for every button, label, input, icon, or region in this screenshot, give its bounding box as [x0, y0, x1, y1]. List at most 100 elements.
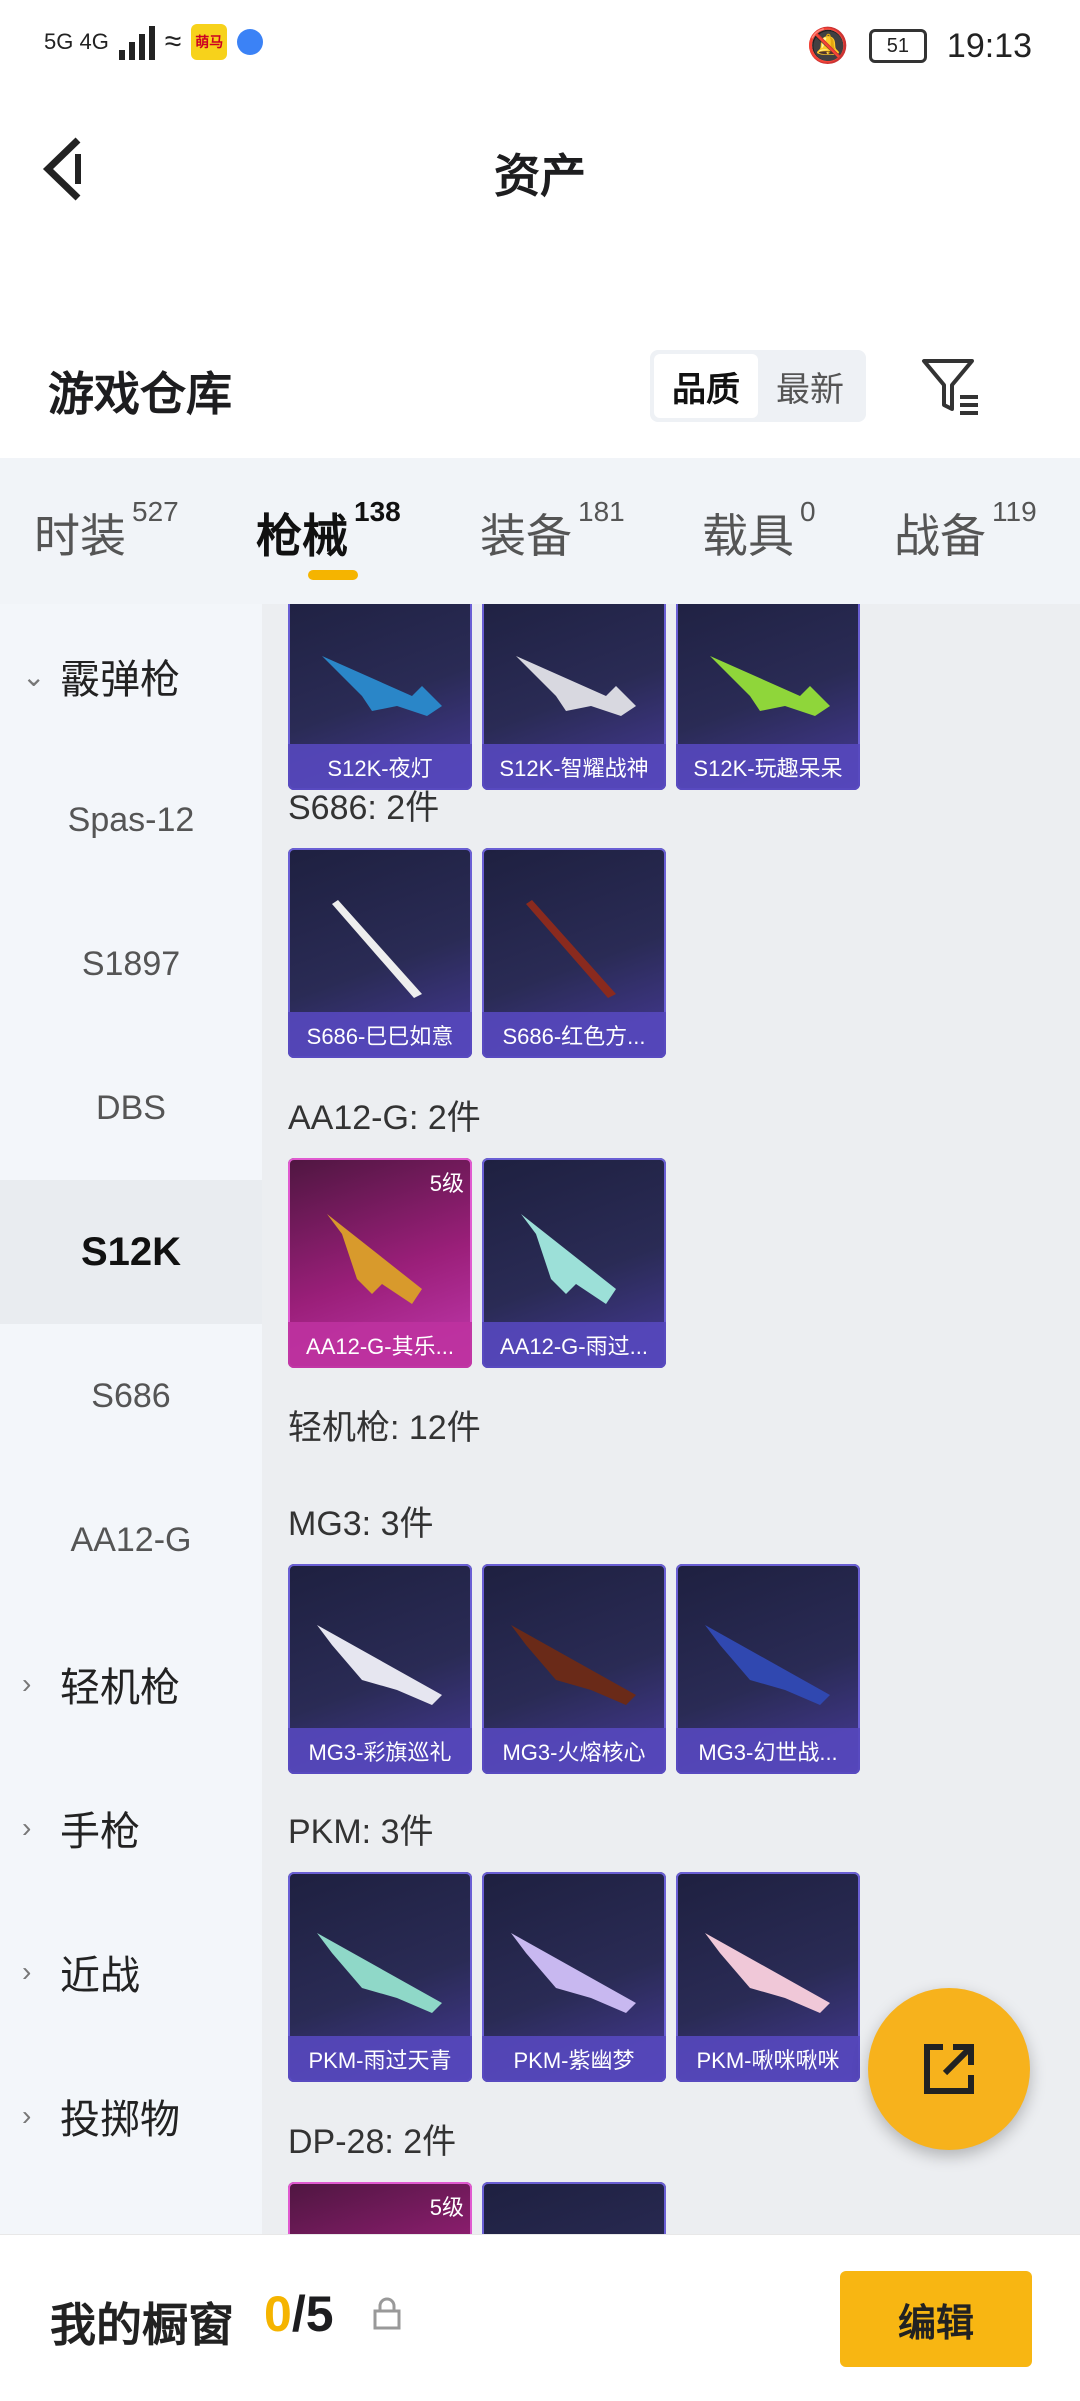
skin-name: AA12-G-雨过...: [482, 1322, 666, 1368]
sidebar-item-dbs[interactable]: DBS: [0, 1036, 262, 1180]
skin-name: MG3-彩旗巡礼: [288, 1728, 472, 1774]
gun-skin-image: [317, 1625, 442, 1705]
skin-card[interactable]: AA12-G-雨过...: [482, 1158, 666, 1368]
app-badge-icon: 萌马: [191, 24, 228, 60]
skin-card[interactable]: S686-巳巳如意: [288, 848, 472, 1058]
page-title: 资产: [494, 150, 586, 202]
showcase-bar: 我的橱窗 0/5 编辑: [0, 2234, 1080, 2401]
gun-skin-image: [526, 900, 616, 998]
skin-card[interactable]: [482, 2182, 666, 2234]
tab-label: 装备: [480, 510, 572, 562]
sidebar-group-label: 轻机枪: [60, 1666, 180, 1710]
filter-icon[interactable]: [920, 355, 982, 417]
gun-skin-image: [322, 656, 442, 716]
bell-off-icon: 🔕: [806, 27, 849, 65]
sidebar-group-label: 霰弹枪: [60, 658, 180, 702]
tab-guns[interactable]: 枪械 138: [256, 496, 401, 566]
tab-vehicles[interactable]: 载具 0: [702, 496, 816, 566]
tab-label: 时装: [34, 510, 126, 562]
clock: 19:13: [946, 26, 1032, 65]
sidebar-item-s686[interactable]: S686: [0, 1324, 262, 1468]
skin-name: AA12-G-其乐...: [288, 1322, 472, 1368]
skin-card[interactable]: PKM-雨过天青: [288, 1872, 472, 2082]
tab-label: 枪械: [256, 510, 348, 562]
app-header: 资产: [0, 100, 1080, 240]
app-dot-icon: [237, 29, 264, 55]
tab-count: 119: [992, 496, 1037, 527]
skin-card[interactable]: PKM-啾咪啾咪: [676, 1872, 860, 2082]
sidebar-item-aa12g[interactable]: AA12-G: [0, 1468, 262, 1612]
sidebar-group-melee[interactable]: › 近战: [0, 1900, 262, 2044]
tab-label: 载具: [702, 510, 794, 562]
skin-card[interactable]: S12K-玩趣呆呆: [676, 604, 860, 790]
level-badge: 5级: [429, 2195, 464, 2220]
status-right: 🔕 51 19:13: [807, 26, 1032, 66]
skin-name: PKM-紫幽梦: [482, 2036, 666, 2082]
wifi-icon: ≈: [164, 25, 182, 58]
tab-count: 527: [132, 496, 179, 527]
status-left: 5G 4G ≈ 萌马: [44, 24, 264, 60]
status-bar: 5G 4G ≈ 萌马 🔕 51 19:13: [0, 0, 1080, 100]
chevron-right-icon: ›: [22, 1812, 32, 1843]
showcase-current: 0: [264, 2286, 292, 2342]
sidebar-group-shotgun[interactable]: ⌄ 霰弹枪: [0, 604, 262, 748]
skin-card[interactable]: MG3-火熔核心: [482, 1564, 666, 1774]
skin-name: S12K-玩趣呆呆: [676, 744, 860, 790]
tab-supplies[interactable]: 战备 119: [894, 496, 1037, 566]
signal-icon: [118, 24, 155, 60]
skin-card[interactable]: PKM-紫幽梦: [482, 1872, 666, 2082]
skin-name: MG3-幻世战...: [676, 1728, 860, 1774]
skin-card[interactable]: MG3-幻世战...: [676, 1564, 860, 1774]
showcase-count: 0/5: [264, 2285, 334, 2343]
sidebar-group-label: 投掷物: [60, 2098, 180, 2142]
sidebar-item-s1897[interactable]: S1897: [0, 892, 262, 1036]
tab-fashion[interactable]: 时装 527: [34, 496, 179, 566]
gun-skin-image: [705, 1933, 830, 2013]
active-tab-indicator: [308, 570, 358, 580]
sidebar-group-lmg[interactable]: › 轻机枪: [0, 1612, 262, 1756]
sidebar-item-s12k[interactable]: S12K: [0, 1180, 262, 1324]
tab-count: 138: [354, 496, 401, 527]
gun-skin-image: [705, 1625, 830, 1705]
tab-label: 战备: [894, 510, 986, 562]
skin-card[interactable]: 5级: [288, 2182, 472, 2234]
chevron-down-icon: ⌄: [22, 660, 46, 692]
skin-card[interactable]: S12K-夜灯: [288, 604, 472, 790]
group-label-lmg: 轻机枪: 12件: [288, 1409, 481, 1447]
category-tabs: 时装 527 枪械 138 装备 181 载具 0 战备 119: [0, 458, 1080, 604]
sort-quality-button[interactable]: 品质: [654, 354, 758, 418]
lock-icon: [373, 2297, 401, 2330]
gun-skin-image: [710, 656, 830, 716]
sort-latest-button[interactable]: 最新: [758, 354, 862, 418]
chevron-right-icon: ›: [22, 1956, 32, 1987]
group-label-aa12g: AA12-G: 2件: [288, 1099, 481, 1137]
share-fab-button[interactable]: [868, 1988, 1030, 2150]
sidebar-group-label: 手枪: [60, 1810, 140, 1854]
skin-name: S686-红色方...: [482, 1012, 666, 1058]
skin-card[interactable]: S686-红色方...: [482, 848, 666, 1058]
gun-skin-image: [332, 900, 422, 998]
showcase-total: /5: [291, 2286, 334, 2342]
category-sidebar: ⌄ 霰弹枪 Spas-12 S1897 DBS S12K S686 AA12-G…: [0, 604, 262, 2234]
gun-skin-image: [521, 1214, 616, 1304]
group-label-mg3: MG3: 3件: [288, 1505, 434, 1543]
tab-count: 181: [578, 496, 625, 527]
network-label: 5G 4G: [44, 29, 109, 54]
gun-skin-image: [511, 1625, 636, 1705]
skin-name: PKM-啾咪啾咪: [676, 2036, 860, 2082]
sidebar-group-throwable[interactable]: › 投掷物: [0, 2044, 262, 2188]
skin-card[interactable]: MG3-彩旗巡礼: [288, 1564, 472, 1774]
gun-skin-image: [511, 1933, 636, 2013]
skin-name: S686-巳巳如意: [288, 1012, 472, 1058]
edit-button[interactable]: 编辑: [840, 2271, 1032, 2367]
skin-name: PKM-雨过天青: [288, 2036, 472, 2082]
share-icon: [924, 2044, 974, 2094]
sort-toggle[interactable]: 品质 最新: [650, 350, 866, 422]
skin-card[interactable]: 5级 AA12-G-其乐...: [288, 1158, 472, 1368]
sidebar-group-pistol[interactable]: › 手枪: [0, 1756, 262, 1900]
chevron-right-icon: ›: [22, 1668, 32, 1699]
tab-equipment[interactable]: 装备 181: [480, 496, 625, 566]
sidebar-item-spas12[interactable]: Spas-12: [0, 748, 262, 892]
sidebar-group-label: 近战: [60, 1954, 140, 1998]
skin-card[interactable]: S12K-智耀战神: [482, 604, 666, 790]
